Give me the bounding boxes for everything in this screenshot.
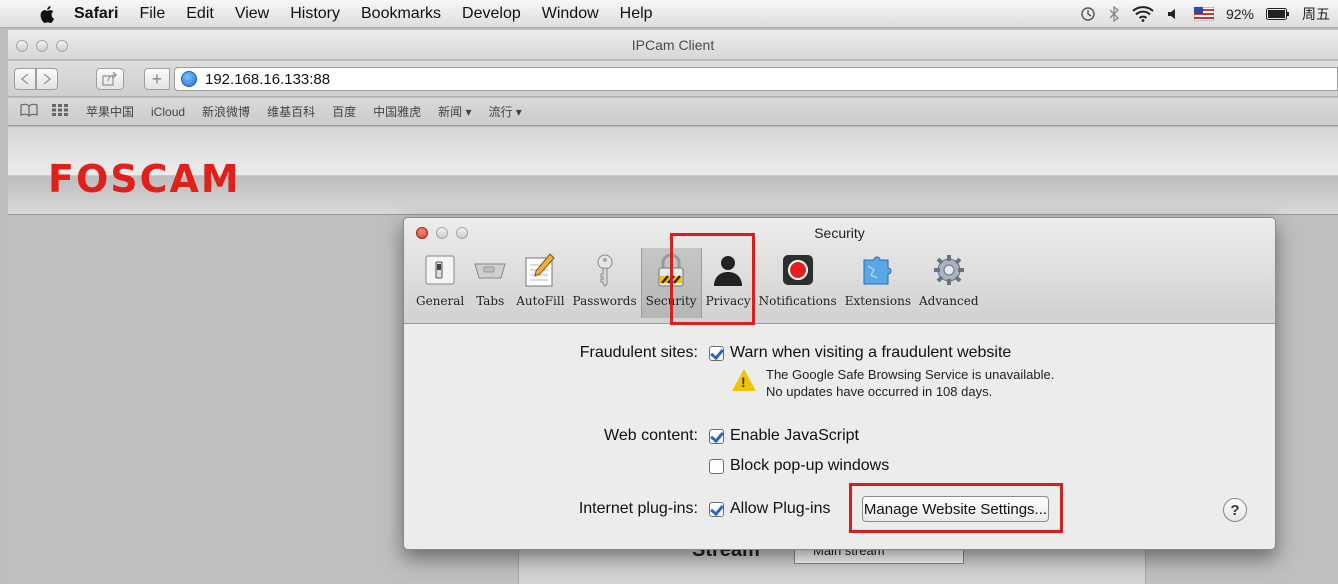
safe-browsing-note-line1: The Google Safe Browsing Service is unav… <box>766 367 1055 382</box>
help-button[interactable]: ? <box>1223 498 1247 522</box>
allow-plugins-option[interactable]: Allow Plug-ins <box>709 500 830 518</box>
bookmark-yahoo-china[interactable]: 中国雅虎 <box>373 103 421 120</box>
block-popups-text: Block pop-up windows <box>730 457 890 474</box>
forward-button[interactable] <box>36 68 58 90</box>
tab-autofill-label: AutoFill <box>516 294 565 308</box>
menu-view[interactable]: View <box>235 5 269 23</box>
bluetooth-icon[interactable] <box>1108 6 1120 22</box>
fraud-warning-checkbox[interactable] <box>709 345 724 361</box>
url-text[interactable]: 192.168.16.133:88 <box>205 71 330 88</box>
autofill-icon <box>522 252 558 288</box>
bookmark-wikipedia[interactable]: 维基百科 <box>267 103 315 120</box>
foscam-logo: FOSCAM <box>48 157 241 201</box>
tab-advanced[interactable]: Advanced <box>915 248 983 318</box>
block-popups-checkbox[interactable] <box>709 458 724 474</box>
menu-history[interactable]: History <box>290 5 340 23</box>
security-tab-highlight <box>670 233 755 325</box>
manage-button-highlight <box>849 483 1063 533</box>
time-machine-icon[interactable] <box>1080 6 1096 22</box>
wifi-icon[interactable] <box>1132 6 1154 22</box>
plus-icon: + <box>151 68 163 89</box>
tab-general[interactable]: General <box>412 248 468 318</box>
clock-day[interactable]: 周五 <box>1302 4 1330 24</box>
general-switch-icon <box>422 252 458 288</box>
block-popups-option[interactable]: Block pop-up windows <box>709 457 889 475</box>
menu-edit[interactable]: Edit <box>186 5 214 23</box>
tab-passwords-label: Passwords <box>572 294 637 308</box>
puzzle-icon <box>860 252 896 288</box>
window-title: IPCam Client <box>631 37 715 53</box>
menu-help[interactable]: Help <box>620 5 653 23</box>
tab-extensions-label: Extensions <box>844 294 911 308</box>
add-bookmark-button[interactable]: + <box>144 68 170 90</box>
fraud-warning-option[interactable]: Warn when visiting a fraudulent website <box>709 344 1011 362</box>
notification-icon <box>780 252 816 288</box>
menu-file[interactable]: File <box>139 5 165 23</box>
bookmark-sina-weibo[interactable]: 新浪微博 <box>202 103 250 120</box>
bookmarks-bar: 苹果中国 iCloud 新浪微博 维基百科 百度 中国雅虎 新闻 ▾ 流行 ▾ <box>8 98 1338 126</box>
back-arrow-icon <box>21 74 29 84</box>
address-bar[interactable]: 192.168.16.133:88 <box>174 67 1338 91</box>
volume-icon[interactable] <box>1166 6 1182 22</box>
safe-browsing-note-line2: No updates have occurred in 108 days. <box>766 384 993 399</box>
allow-plugins-checkbox[interactable] <box>709 501 724 517</box>
preferences-toolbar: Security General Tabs AutoFill Passwords… <box>404 218 1275 324</box>
tab-notifications-label: Notifications <box>758 294 837 308</box>
bookmark-folder-news[interactable]: 新闻 ▾ <box>438 103 471 120</box>
internet-plugins-label: Internet plug-ins: <box>578 500 698 517</box>
fraud-warning-text: Warn when visiting a fraudulent website <box>730 344 1012 361</box>
forward-arrow-icon <box>43 74 51 84</box>
battery-icon[interactable] <box>1266 8 1290 20</box>
browser-toolbar: + 192.168.16.133:88 <box>8 61 1338 97</box>
tab-passwords[interactable]: Passwords <box>569 248 641 318</box>
menu-window[interactable]: Window <box>542 5 599 23</box>
fraudulent-sites-label: Fraudulent sites: <box>579 344 698 361</box>
safe-browsing-note: The Google Safe Browsing Service is unav… <box>766 366 1054 400</box>
globe-icon <box>181 71 197 87</box>
menu-bar: Safari File Edit View History Bookmarks … <box>0 0 1338 28</box>
key-icon <box>587 252 623 288</box>
dialog-title: Security <box>814 225 865 241</box>
tab-autofill[interactable]: AutoFill <box>512 248 568 318</box>
tab-extensions[interactable]: Extensions <box>841 248 915 318</box>
reading-list-icon[interactable] <box>20 103 38 120</box>
tab-tabs[interactable]: Tabs <box>468 248 512 318</box>
tab-notifications[interactable]: Notifications <box>755 248 841 318</box>
battery-percent[interactable]: 92% <box>1226 6 1254 22</box>
top-sites-icon[interactable] <box>52 104 68 119</box>
gear-icon <box>931 252 967 288</box>
allow-plugins-text: Allow Plug-ins <box>730 500 831 517</box>
apple-menu-icon[interactable] <box>40 5 56 23</box>
share-button[interactable] <box>96 68 124 90</box>
bookmark-folder-popular[interactable]: 流行 ▾ <box>488 103 521 120</box>
share-icon <box>102 72 117 86</box>
web-content-label: Web content: <box>604 427 698 444</box>
back-button[interactable] <box>14 68 36 90</box>
tab-tabs-label: Tabs <box>476 294 505 308</box>
enable-javascript-option[interactable]: Enable JavaScript <box>709 427 859 445</box>
menu-develop[interactable]: Develop <box>462 5 521 23</box>
input-flag-icon[interactable] <box>1193 7 1214 21</box>
warning-icon <box>732 369 756 391</box>
tab-advanced-label: Advanced <box>919 294 979 308</box>
bookmark-icloud[interactable]: iCloud <box>151 105 185 119</box>
page-header: FOSCAM <box>8 127 1338 215</box>
enable-javascript-text: Enable JavaScript <box>730 427 859 444</box>
tabs-icon <box>472 252 508 288</box>
bookmark-apple-china[interactable]: 苹果中国 <box>86 103 134 120</box>
window-titlebar: IPCam Client <box>8 30 1338 60</box>
bookmark-baidu[interactable]: 百度 <box>332 103 356 120</box>
menu-app-safari[interactable]: Safari <box>74 5 118 23</box>
menu-bookmarks[interactable]: Bookmarks <box>361 5 441 23</box>
tab-general-label: General <box>416 294 465 308</box>
enable-javascript-checkbox[interactable] <box>709 428 724 444</box>
